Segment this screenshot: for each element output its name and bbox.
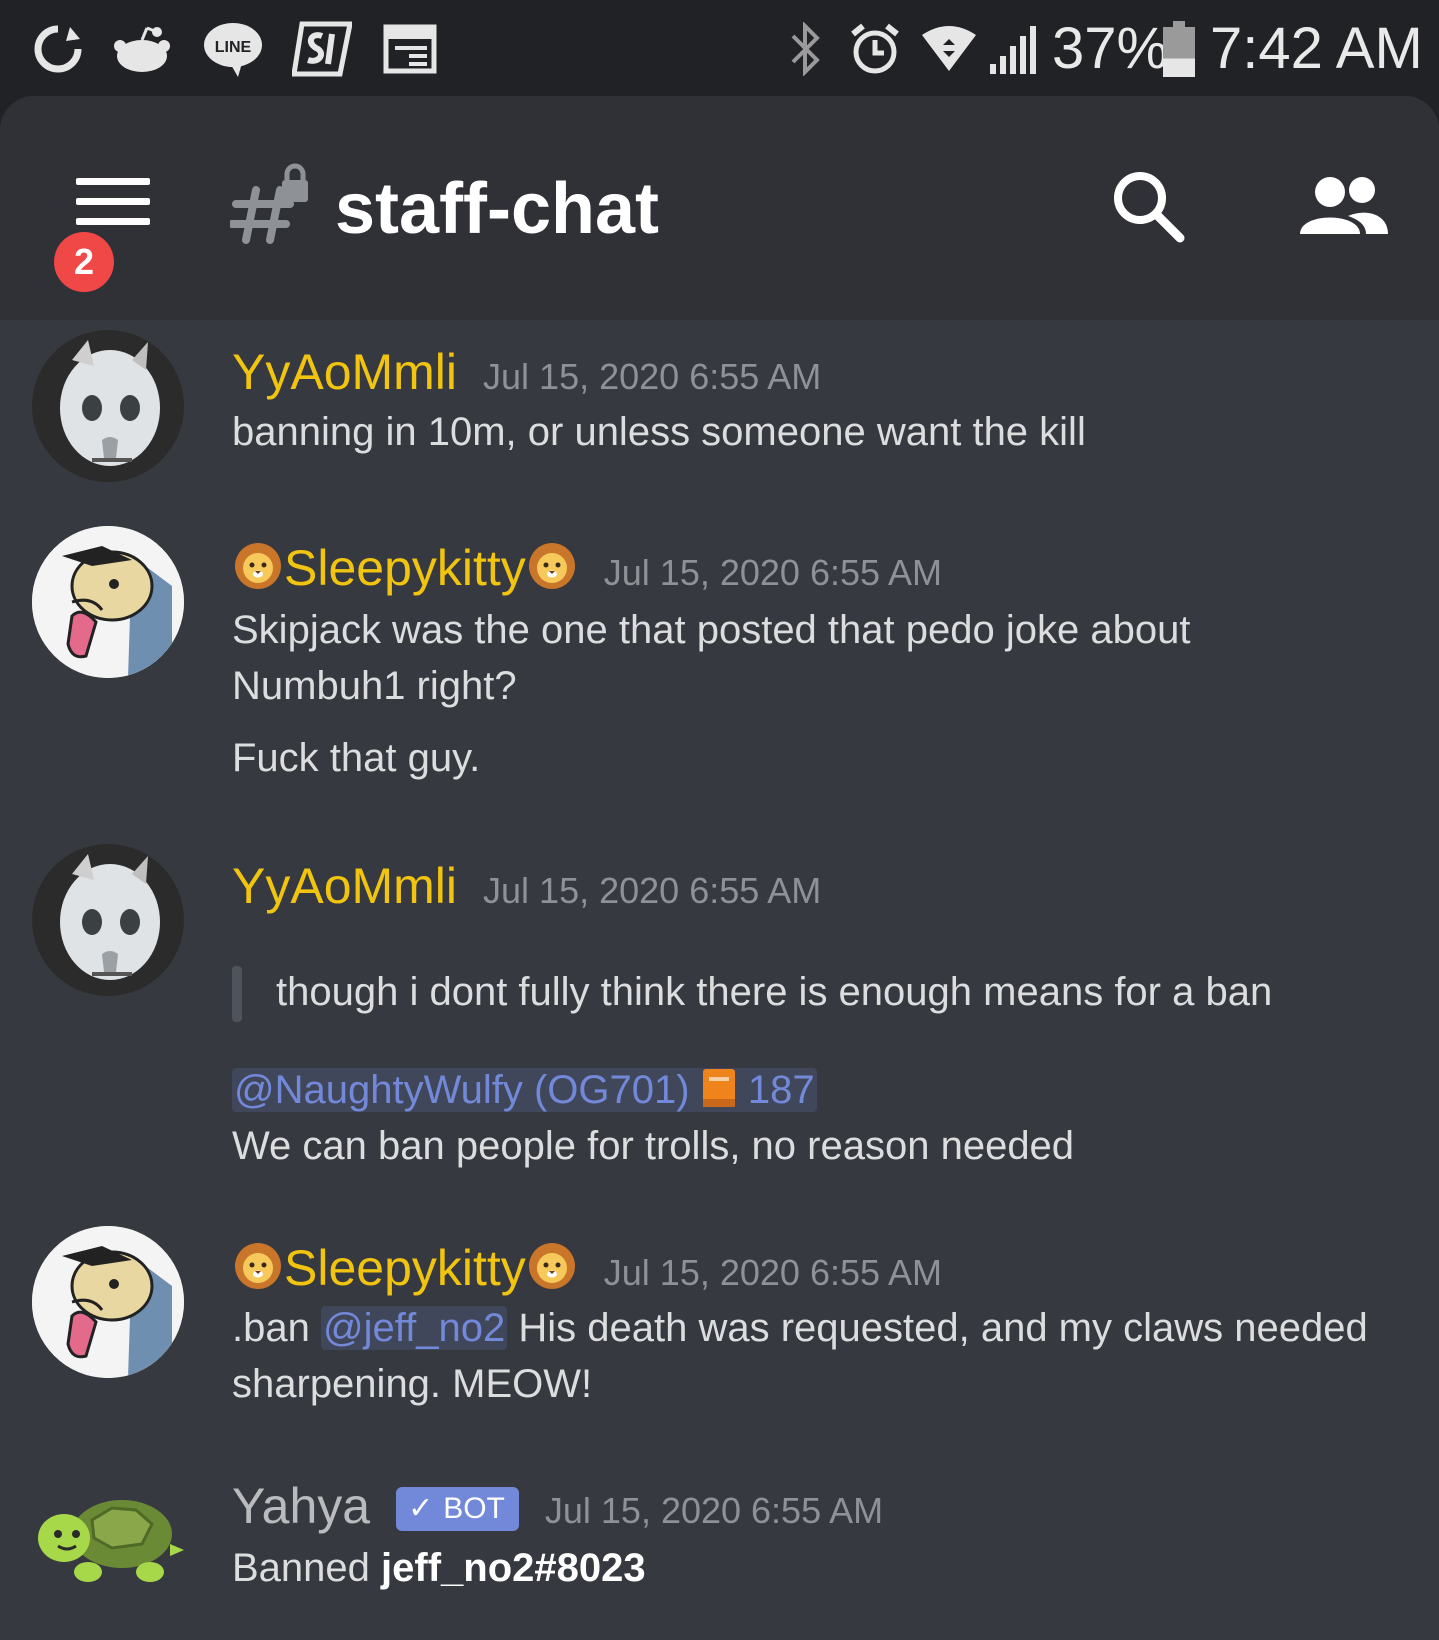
message-text-part: Banned: [232, 1546, 370, 1590]
author-name[interactable]: Yahya: [232, 1476, 370, 1536]
avatar[interactable]: [32, 844, 184, 996]
message-text: sharpening. MEOW!: [232, 1362, 593, 1406]
message-header: Sleepykitty Jul 15, 2020 6:55 AM: [232, 1238, 942, 1303]
quote-text: though i dont fully think there is enoug…: [276, 970, 1273, 1014]
discord-app: 2 staff-chat YyAoMmli Jul 15, 2020 6:55 …: [0, 96, 1439, 1640]
message-text: .ban @jeff_no2 His death was requested, …: [232, 1300, 1412, 1356]
menu-icon-bar: [76, 218, 150, 225]
mention-suffix: 187: [747, 1068, 815, 1112]
message: YyAoMmli Jul 15, 2020 6:55 AM though i d…: [0, 834, 1439, 1194]
check-icon: ✓: [408, 1492, 434, 1525]
sync-icon: [30, 18, 86, 80]
lion-emoji: [528, 1243, 575, 1289]
author-label: Sleepykitty: [284, 540, 526, 596]
author-name[interactable]: YyAoMmli: [232, 342, 457, 402]
message: Sleepykitty Jul 15, 2020 6:55 AM Skipjac…: [0, 516, 1439, 816]
message-text: Banned jeff_no2#8023: [232, 1540, 1412, 1596]
menu-icon-bar: [76, 198, 150, 205]
line-app-icon: LINE: [200, 18, 266, 80]
timestamp: Jul 15, 2020 6:55 AM: [603, 552, 943, 593]
timestamp: Jul 15, 2020 6:55 AM: [483, 870, 822, 911]
message-text: banning in 10m, or unless someone want t…: [232, 410, 1086, 454]
avatar[interactable]: [32, 1226, 184, 1378]
message: Yahya ✓ BOT Jul 15, 2020 6:55 AM Banned j…: [0, 1454, 1439, 1640]
battery-icon: [1162, 18, 1196, 80]
timestamp: Jul 15, 2020 6:55 AM: [483, 356, 822, 397]
mention-label: @NaughtyWulfy (OG701): [234, 1068, 690, 1112]
signal-icon: [988, 18, 1042, 80]
wifi-icon: [920, 18, 978, 80]
avatar[interactable]: [32, 526, 184, 678]
message-header: YyAoMmli Jul 15, 2020 6:55 AM: [232, 342, 821, 407]
locked-hash-icon: [228, 162, 312, 246]
user-mention[interactable]: @NaughtyWulfy (OG701) 187: [232, 1068, 817, 1112]
clock: 7:42 AM: [1210, 16, 1423, 81]
orange-book-emoji: [702, 1069, 735, 1107]
members-icon: [1300, 177, 1388, 234]
author-name[interactable]: Sleepykitty: [232, 538, 578, 598]
message-header: YyAoMmli Jul 15, 2020 6:55 AM: [232, 856, 821, 921]
alarm-icon: [848, 18, 902, 80]
svg-text:LINE: LINE: [215, 39, 252, 56]
message: YyAoMmli Jul 15, 2020 6:55 AM banning in…: [0, 320, 1439, 510]
bot-badge: ✓ BOT: [396, 1486, 519, 1531]
author-label: Sleepykitty: [284, 1240, 526, 1296]
status-bar: LINE 37% 7:42 AM: [0, 0, 1439, 96]
search-icon: [1114, 172, 1185, 243]
banned-user: jeff_no2#8023: [381, 1546, 646, 1590]
menu-icon: [76, 178, 150, 185]
command-text: .ban: [232, 1306, 310, 1350]
message-text: @NaughtyWulfy (OG701) 187: [232, 1062, 1412, 1118]
message-text: Numbuh1 right?: [232, 664, 517, 708]
members-button[interactable]: [1296, 172, 1392, 242]
reddit-icon: [112, 18, 172, 80]
avatar[interactable]: [32, 1464, 184, 1616]
lion-emoji: [235, 1243, 281, 1289]
calendar-icon: [382, 18, 438, 80]
timestamp: Jul 15, 2020 6:55 AM: [544, 1490, 884, 1531]
quote-bar: [232, 966, 242, 1022]
sd-app-icon: [290, 18, 354, 80]
search-button[interactable]: [1108, 168, 1188, 248]
bluetooth-icon: [786, 18, 826, 80]
unread-count: 2: [54, 232, 114, 292]
message-text: Skipjack was the one that posted that pe…: [232, 608, 1191, 652]
bot-label: BOT: [443, 1491, 505, 1525]
battery-percent: 37%: [1052, 16, 1169, 81]
channel-name: staff-chat: [335, 169, 660, 249]
message-text: Fuck that guy.: [232, 736, 481, 780]
channel-header: 2 staff-chat: [0, 96, 1439, 320]
author-name[interactable]: Sleepykitty: [232, 1238, 578, 1298]
message-text: We can ban people for trolls, no reason …: [232, 1124, 1075, 1168]
lion-emoji: [235, 543, 281, 589]
author-name[interactable]: YyAoMmli: [232, 856, 457, 916]
user-mention[interactable]: @jeff_no2: [320, 1306, 508, 1350]
lion-emoji: [528, 543, 575, 589]
message-header: Sleepykitty Jul 15, 2020 6:55 AM: [232, 538, 942, 603]
message-text-part: His death was requested, and my claws ne…: [518, 1306, 1368, 1350]
turtle-icon: [38, 1500, 184, 1582]
timestamp: Jul 15, 2020 6:55 AM: [603, 1252, 943, 1293]
unread-badge: 2: [48, 226, 120, 298]
avatar[interactable]: [32, 330, 184, 482]
message-header: Yahya ✓ BOT Jul 15, 2020 6:55 AM: [232, 1476, 883, 1541]
message: Sleepykitty Jul 15, 2020 6:55 AM .ban @j…: [0, 1216, 1439, 1436]
